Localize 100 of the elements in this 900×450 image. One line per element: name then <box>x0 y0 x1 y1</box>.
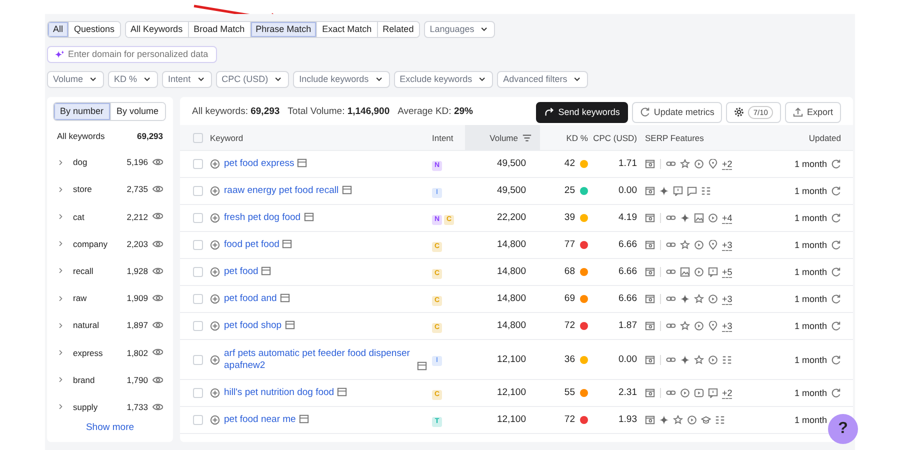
more-features-link[interactable]: +3 <box>722 320 732 332</box>
row-checkbox[interactable] <box>193 415 203 425</box>
keyword-link[interactable]: food pet food <box>224 239 280 251</box>
export-button[interactable]: Export <box>784 102 841 122</box>
refresh-icon[interactable] <box>831 159 841 169</box>
group-label[interactable]: dog <box>73 156 127 169</box>
keyword-link[interactable]: arf pets automatic pet feeder food dispenser apafnew2 <box>224 348 414 372</box>
more-features-link[interactable]: +4 <box>722 212 732 224</box>
keyword-link[interactable]: pet food <box>224 266 258 278</box>
filter-dropdown[interactable]: Volume <box>47 71 104 88</box>
chevron-right-icon[interactable] <box>57 186 65 194</box>
domain-input-field[interactable]: Enter domain for personalized data <box>47 46 217 63</box>
page-icon[interactable] <box>282 239 292 249</box>
page-icon[interactable] <box>304 212 314 222</box>
refresh-icon[interactable] <box>831 294 841 304</box>
page-icon[interactable] <box>297 158 308 168</box>
keyword-link[interactable]: fresh pet dog food <box>224 212 301 224</box>
column-header[interactable]: Intent <box>432 132 454 142</box>
group-label[interactable]: natural <box>73 319 127 332</box>
update-metrics-button[interactable]: Update metrics <box>632 102 722 122</box>
add-circle-icon[interactable] <box>210 294 220 304</box>
page-icon[interactable] <box>284 320 295 330</box>
column-header[interactable]: Volume <box>490 132 518 144</box>
filter-dropdown[interactable]: KD % <box>108 71 158 88</box>
keyword-link[interactable]: pet food shop <box>224 320 282 332</box>
keyword-link[interactable]: hill's pet nutrition dog food <box>224 387 334 399</box>
keyword-link[interactable]: pet food near me <box>224 414 296 426</box>
column-header[interactable]: SERP Features <box>645 132 704 142</box>
keyword-link[interactable]: pet food and <box>224 293 277 305</box>
filter-dropdown[interactable]: CPC (USD) <box>216 71 290 88</box>
page-icon[interactable] <box>280 293 290 303</box>
group-label[interactable]: raw <box>73 292 127 305</box>
refresh-icon[interactable] <box>831 213 841 223</box>
keyword-link[interactable]: raaw energy pet food recall <box>224 185 339 197</box>
chevron-right-icon[interactable] <box>57 376 65 384</box>
chevron-right-icon[interactable] <box>57 322 65 330</box>
group-label[interactable]: company <box>73 238 127 251</box>
send-keywords-button[interactable]: Send keywords <box>536 102 628 122</box>
add-circle-icon[interactable] <box>210 159 220 169</box>
refresh-icon[interactable] <box>831 388 841 398</box>
refresh-icon[interactable] <box>831 321 841 331</box>
more-features-link[interactable]: +2 <box>722 388 732 398</box>
eye-icon[interactable] <box>152 402 163 413</box>
add-circle-icon[interactable] <box>210 415 220 425</box>
row-checkbox[interactable] <box>193 267 203 277</box>
match-tab[interactable]: All <box>48 22 70 37</box>
chevron-right-icon[interactable] <box>57 348 65 357</box>
column-header[interactable]: CPC (USD) <box>593 132 637 142</box>
row-checkbox[interactable] <box>193 321 203 331</box>
page-icon[interactable] <box>342 185 352 195</box>
add-circle-icon[interactable] <box>210 240 220 250</box>
filter-dropdown[interactable]: Intent <box>162 71 212 88</box>
eye-icon[interactable] <box>152 374 163 386</box>
sort-icon[interactable] <box>522 132 532 142</box>
eye-icon[interactable] <box>152 266 163 277</box>
more-features-link[interactable]: +5 <box>722 266 732 278</box>
filter-dropdown[interactable]: Exclude keywords <box>394 71 494 88</box>
language-dropdown[interactable]: Languages <box>424 21 496 38</box>
column-header[interactable]: Keyword <box>210 132 244 142</box>
chevron-right-icon[interactable] <box>57 403 65 412</box>
chevron-right-icon[interactable] <box>57 212 65 221</box>
keyword-link[interactable]: pet food express <box>224 158 294 170</box>
show-more-link[interactable]: Show more <box>86 422 134 433</box>
page-icon[interactable] <box>337 387 348 397</box>
page-icon[interactable] <box>417 360 427 370</box>
column-header[interactable]: KD % <box>566 132 588 142</box>
add-circle-icon[interactable] <box>210 321 220 331</box>
column-header[interactable]: Updated <box>808 132 841 142</box>
view-toggle[interactable]: By number <box>54 103 111 120</box>
chevron-right-icon[interactable] <box>57 158 65 167</box>
row-checkbox[interactable] <box>193 354 203 364</box>
row-checkbox[interactable] <box>193 186 203 196</box>
filter-dropdown[interactable]: Advanced filters <box>497 71 588 88</box>
add-circle-icon[interactable] <box>210 213 220 223</box>
row-checkbox[interactable] <box>193 240 203 250</box>
row-checkbox[interactable] <box>193 213 203 223</box>
match-tab[interactable]: Phrase Match <box>250 22 318 37</box>
filter-dropdown[interactable]: Include keywords <box>293 71 390 88</box>
row-checkbox[interactable] <box>193 159 203 169</box>
page-icon[interactable] <box>298 414 309 424</box>
chevron-right-icon[interactable] <box>57 240 65 248</box>
refresh-icon[interactable] <box>831 267 841 277</box>
refresh-icon[interactable] <box>831 354 841 364</box>
match-tab[interactable]: All Keywords <box>126 22 189 37</box>
chevron-right-icon[interactable] <box>57 267 65 276</box>
add-circle-icon[interactable] <box>210 186 220 196</box>
add-circle-icon[interactable] <box>210 354 220 364</box>
refresh-icon[interactable] <box>831 240 841 250</box>
group-label[interactable]: supply <box>73 400 127 414</box>
group-label[interactable]: cat <box>73 210 127 224</box>
page-icon[interactable] <box>261 266 272 276</box>
select-all-checkbox[interactable] <box>193 132 203 142</box>
group-label[interactable]: express <box>73 346 127 360</box>
chevron-right-icon[interactable] <box>57 294 65 303</box>
more-features-link[interactable]: +3 <box>722 240 732 250</box>
refresh-icon[interactable] <box>831 186 841 196</box>
group-label[interactable]: brand <box>73 374 127 386</box>
add-circle-icon[interactable] <box>210 267 220 277</box>
eye-icon[interactable] <box>152 238 163 250</box>
group-label[interactable]: store <box>73 183 127 196</box>
